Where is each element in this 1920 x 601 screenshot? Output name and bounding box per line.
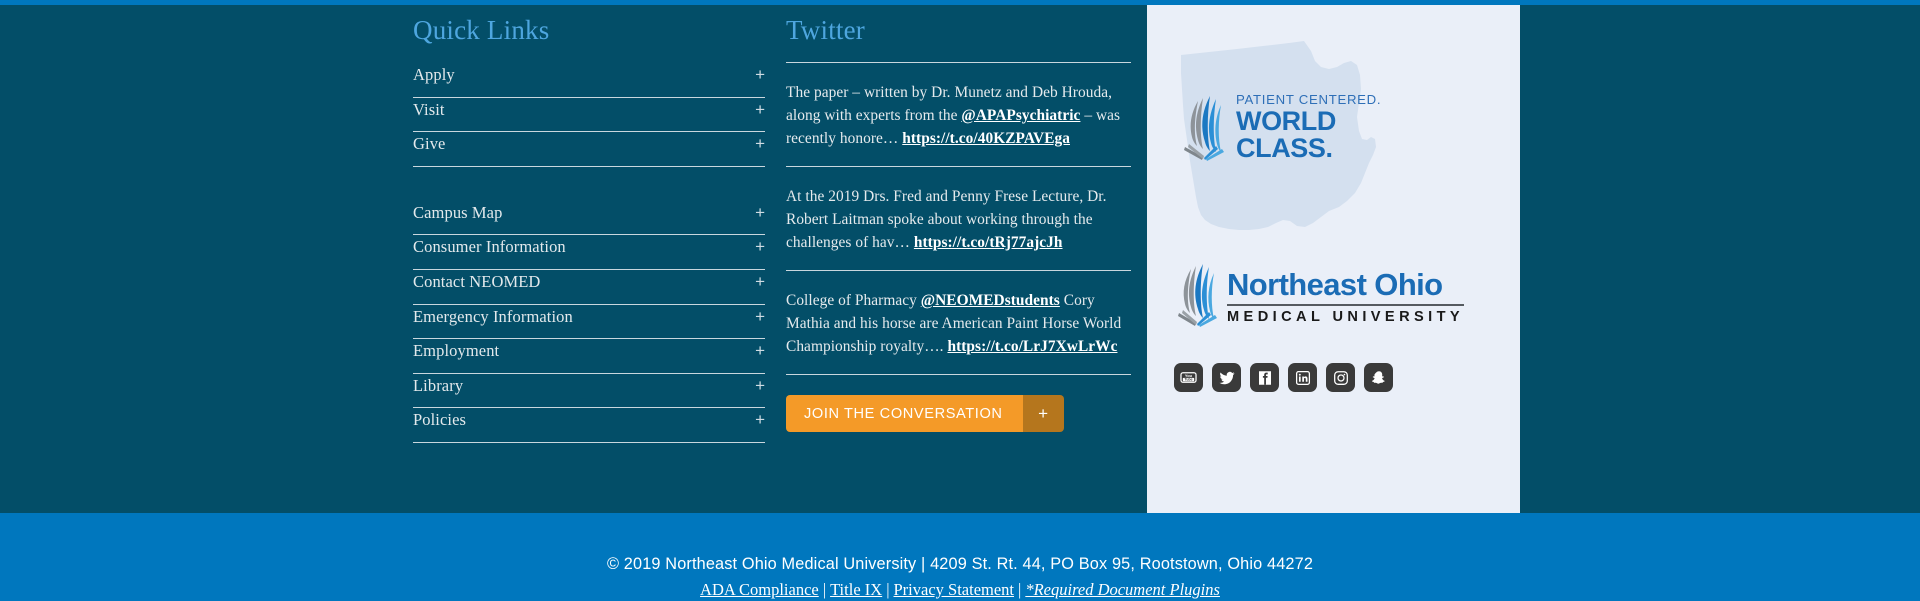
neomed-flame-icon [1183,95,1227,161]
plus-icon[interactable]: + [755,305,765,327]
quick-link-label: Visit [413,99,445,119]
neomed-name: Northeast Ohio [1227,266,1443,302]
tagline-line-1: PATIENT CENTERED. [1236,92,1382,107]
linkedin-icon[interactable] [1288,363,1317,392]
quick-link-label: Give [413,134,446,154]
quick-link-campus-map[interactable]: Campus Map + [413,201,765,236]
quick-link-library[interactable]: Library + [413,374,765,409]
plus-icon[interactable]: + [755,98,765,120]
copyright-text: © 2019 Northeast Ohio Medical University… [606,555,1314,573]
plus-icon[interactable]: + [755,339,765,361]
twitter-handle-link[interactable]: @NEOMEDstudents [921,292,1060,309]
footer-links: ADA Compliance | Title IX | Privacy Statemen… [0,578,1920,601]
facebook-icon[interactable] [1250,363,1279,392]
neomed-logo[interactable]: Northeast Ohio MEDICAL UNIVERSITY [1177,263,1465,327]
tweet-url-link[interactable]: https://t.co/LrJ7XwLrWc [947,338,1117,355]
quick-link-emergency-information[interactable]: Emergency Information + [413,305,765,340]
neomed-wordmark: Northeast Ohio MEDICAL UNIVERSITY [1227,266,1465,325]
quick-link-employment[interactable]: Employment + [413,339,765,374]
join-button-label: JOIN THE CONVERSATION [786,395,1023,432]
quick-link-label: Campus Map [413,202,503,222]
quick-links-column: Quick Links Apply + Visit + Give + Campu… [413,13,765,443]
tweet-url-link[interactable]: https://t.co/tRj77ajcJh [914,234,1063,251]
tagline-text: PATIENT CENTERED. WORLD CLASS. [1236,93,1381,162]
patient-centered-world-class-lockup: PATIENT CENTERED. WORLD CLASS. [1183,93,1381,162]
quick-links-group-secondary: Campus Map + Consumer Information + Cont… [413,201,765,443]
twitter-column: Twitter The paper – written by Dr. Munet… [786,13,1131,432]
tweet-text: College of Pharmacy [786,292,921,309]
youtube-icon[interactable]: You Tube [1174,363,1203,392]
tagline-line-3: CLASS. [1236,133,1333,164]
tweet-item: At the 2019 Drs. Fred and Penny Frese Le… [786,167,1131,271]
plus-icon[interactable]: + [755,270,765,292]
snapchat-icon[interactable] [1364,363,1393,392]
quick-link-label: Apply [413,65,455,84]
quick-link-label: Library [413,375,464,395]
join-the-conversation-button[interactable]: JOIN THE CONVERSATION + [786,395,1064,432]
footer-link-ada-compliance[interactable]: ADA Compliance [700,580,819,599]
footer-link-title-ix[interactable]: Title IX [830,580,882,599]
neomed-flame-icon [1177,263,1219,327]
page-root: Quick Links Apply + Visit + Give + Campu… [0,0,1920,601]
quick-links-title: Quick Links [413,15,550,45]
quick-link-label: Employment [413,341,500,361]
quick-link-contact-neomed[interactable]: Contact NEOMED + [413,270,765,305]
plus-icon[interactable]: + [755,408,765,430]
quick-link-label: Contact NEOMED [413,271,541,291]
twitter-icon[interactable] [1212,363,1241,392]
quick-link-apply[interactable]: Apply + [413,63,765,98]
tweet-url-link[interactable]: https://t.co/40KZPAVEga [902,130,1070,147]
quick-link-visit[interactable]: Visit + [413,98,765,133]
quick-link-label: Emergency Information [413,306,573,326]
twitter-handle-link[interactable]: @APAPsychiatric [961,107,1080,124]
wordmark-divider [1227,303,1465,306]
quick-link-consumer-information[interactable]: Consumer Information + [413,235,765,270]
site-footer: © 2019 Northeast Ohio Medical University… [0,513,1920,601]
plus-icon[interactable]: + [755,374,765,396]
quick-link-label: Consumer Information [413,237,566,257]
footer-link-required-document-plugins[interactable]: *Required Document Plugins [1025,580,1220,599]
quick-link-give[interactable]: Give + [413,132,765,167]
quick-links-group-primary: Apply + Visit + Give + [413,63,765,167]
svg-text:Tube: Tube [1184,378,1192,382]
footer-separator: | [886,580,890,599]
instagram-icon[interactable] [1326,363,1355,392]
plus-icon[interactable]: + [755,235,765,257]
twitter-title: Twitter [786,15,865,45]
tweet-item: College of Pharmacy @NEOMEDstudents Cory… [786,271,1131,375]
plus-icon[interactable]: + [755,132,765,154]
neomed-subtitle: MEDICAL UNIVERSITY [1227,308,1465,325]
footer-separator: | [822,580,827,599]
quick-link-policies[interactable]: Policies + [413,408,765,443]
tweet-item: The paper – written by Dr. Munetz and De… [786,63,1131,167]
footer-separator: | [1018,580,1022,599]
social-media-links: You Tube [1174,363,1393,392]
plus-icon[interactable]: + [755,63,765,85]
plus-icon[interactable]: + [1022,395,1064,432]
quick-link-label: Policies [413,410,467,430]
brand-panel: PATIENT CENTERED. WORLD CLASS. Northeast… [1147,5,1520,513]
footer-link-privacy-statement[interactable]: Privacy Statement [894,580,1015,599]
tagline-line-2: WORLD [1236,106,1336,137]
plus-icon[interactable]: + [755,201,765,223]
